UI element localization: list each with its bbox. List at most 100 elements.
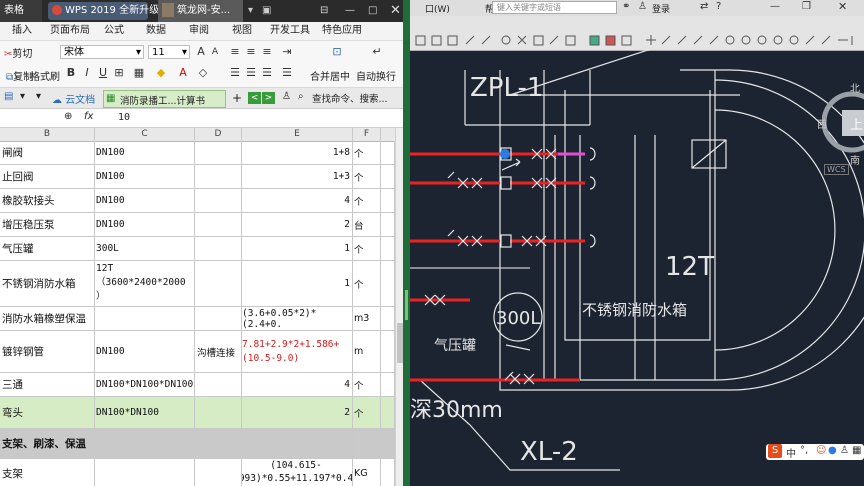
cell-b[interactable]: 支架 bbox=[0, 459, 95, 486]
menu-formula[interactable]: 公式 bbox=[104, 22, 124, 40]
menu-insert[interactable]: 插入 bbox=[12, 22, 32, 40]
cell-b[interactable]: 支架、刷漆、保温 bbox=[0, 429, 95, 459]
search-icon[interactable]: ⊕ bbox=[64, 111, 72, 122]
tab-dropdown-icon[interactable]: ▾ bbox=[36, 91, 41, 102]
cell-g[interactable] bbox=[381, 189, 395, 213]
cell-e[interactable]: 7.81+2.9*2+1.586+(10.5-9.0) bbox=[242, 331, 353, 373]
viewcube-top-face[interactable]: 上 bbox=[850, 114, 863, 133]
clear-icon[interactable]: ◇ bbox=[196, 66, 210, 80]
viewcube-north[interactable]: 北 bbox=[850, 80, 860, 95]
command-search-input[interactable]: 查找命令、搜索... bbox=[312, 91, 388, 105]
menu-page-layout[interactable]: 页面布局 bbox=[50, 22, 90, 40]
cell-d[interactable] bbox=[195, 165, 242, 189]
cell-c[interactable]: DN100 bbox=[95, 331, 195, 373]
cad-drawing-canvas[interactable]: ZPL-1 12T 不锈钢消防水箱 300L 气压罐 深30mm XL-2 北 … bbox=[410, 50, 864, 486]
cell-c[interactable]: DN100*DN100 bbox=[95, 397, 195, 429]
align-left-icon[interactable]: ☰ bbox=[228, 66, 242, 80]
cell-e[interactable]: 4 bbox=[242, 373, 353, 397]
cell-f[interactable]: 个 bbox=[353, 141, 381, 165]
cell-b[interactable]: 不锈钢消防水箱 bbox=[0, 261, 95, 307]
cell-d[interactable] bbox=[195, 429, 242, 459]
cell-g[interactable] bbox=[381, 261, 395, 307]
window-splitter[interactable] bbox=[403, 0, 410, 486]
format-painter-button[interactable]: 格式刷 bbox=[30, 68, 60, 83]
column-header-f[interactable]: F bbox=[353, 128, 381, 141]
cell-c[interactable]: 300L bbox=[95, 237, 195, 261]
cell-e[interactable]: 1 bbox=[242, 237, 353, 261]
print-icon[interactable]: ▤ bbox=[4, 91, 13, 102]
cell-f[interactable]: 个 bbox=[353, 237, 381, 261]
document-tab[interactable]: 筑龙网-安... bbox=[158, 0, 243, 22]
restore-icon[interactable]: ❐ bbox=[802, 1, 811, 12]
border-icon[interactable]: ⊞ bbox=[112, 66, 126, 80]
cell-e[interactable]: (104.615-6.993)*0.55+11.197*0.437 bbox=[242, 459, 353, 486]
cell-d[interactable] bbox=[195, 307, 242, 331]
pin-icon[interactable]: ⊟ bbox=[320, 0, 328, 22]
cell-d[interactable] bbox=[195, 373, 242, 397]
column-header-c[interactable]: C bbox=[95, 128, 195, 141]
cell-f[interactable]: 个 bbox=[353, 261, 381, 307]
cell-d[interactable] bbox=[195, 459, 242, 486]
wcs-badge[interactable]: WCS bbox=[824, 164, 849, 175]
italic-button[interactable]: I bbox=[80, 66, 94, 80]
cell-b[interactable]: 止回阀 bbox=[0, 165, 95, 189]
cell-g[interactable] bbox=[381, 213, 395, 237]
help-icon[interactable]: ? bbox=[716, 1, 721, 12]
sogou-logo-icon[interactable]: S bbox=[768, 444, 782, 458]
cell-f[interactable] bbox=[353, 429, 381, 459]
merge-center-button[interactable]: 合并居中 bbox=[310, 68, 350, 83]
font-family-select[interactable]: 宋体 ▾ bbox=[60, 45, 144, 59]
ime-mode[interactable]: 中 bbox=[786, 445, 796, 460]
cell-e[interactable] bbox=[242, 429, 353, 459]
cad-search-input[interactable]: 键入关键字或短语 bbox=[497, 2, 561, 14]
minimize-icon[interactable]: — bbox=[345, 0, 355, 22]
cell-f[interactable]: 台 bbox=[353, 213, 381, 237]
maximize-icon[interactable]: □ bbox=[368, 0, 377, 22]
cell-c[interactable] bbox=[95, 307, 195, 331]
formula-input[interactable]: 10 bbox=[118, 112, 130, 123]
cell-d[interactable] bbox=[195, 189, 242, 213]
menu-special[interactable]: 特色应用 bbox=[322, 22, 362, 40]
binoculars-icon[interactable]: ⚭ bbox=[622, 1, 630, 12]
column-header-e[interactable]: E bbox=[242, 128, 353, 141]
font-color-icon[interactable]: A bbox=[176, 66, 190, 80]
cut-button[interactable]: ✂剪切 bbox=[4, 45, 32, 60]
cad-search-box[interactable]: 键入关键字或短语 bbox=[492, 1, 617, 14]
cell-f[interactable]: m bbox=[353, 331, 381, 373]
cell-g[interactable] bbox=[381, 237, 395, 261]
cell-c[interactable] bbox=[95, 459, 195, 486]
cell-f[interactable]: 个 bbox=[353, 373, 381, 397]
align-bottom-icon[interactable]: ≡ bbox=[260, 45, 274, 59]
column-header-d[interactable]: D bbox=[195, 128, 242, 141]
cell-f[interactable]: 个 bbox=[353, 397, 381, 429]
upgrade-button[interactable]: WPS 2019 全新升级 bbox=[48, 2, 159, 20]
prev-arrow-icon[interactable]: < bbox=[248, 92, 261, 104]
cell-b[interactable]: 三通 bbox=[0, 373, 95, 397]
cell-b[interactable]: 镀锌钢管 bbox=[0, 331, 95, 373]
cell-g[interactable] bbox=[381, 429, 395, 459]
cell-b[interactable]: 气压罐 bbox=[0, 237, 95, 261]
merge-cells-icon[interactable]: ⊡ bbox=[330, 45, 344, 59]
align-right-icon[interactable]: ☰ bbox=[260, 66, 274, 80]
cell-b[interactable]: 增压稳压泵 bbox=[0, 213, 95, 237]
cell-d[interactable] bbox=[195, 261, 242, 307]
grid-icon[interactable]: ▦ bbox=[852, 445, 861, 456]
fill-color-icon[interactable]: ◆ bbox=[154, 66, 168, 80]
close-icon[interactable]: ✕ bbox=[390, 0, 401, 22]
cell-c[interactable]: DN100 bbox=[95, 141, 195, 165]
cell-f[interactable]: m3 bbox=[353, 307, 381, 331]
grow-font-icon[interactable]: A bbox=[194, 45, 208, 59]
cad-menu-window[interactable]: 口(W) bbox=[425, 2, 450, 15]
cell-g[interactable] bbox=[381, 331, 395, 373]
cell-g[interactable] bbox=[381, 459, 395, 486]
exchange-icon[interactable]: ⇄ bbox=[700, 1, 708, 12]
menu-data[interactable]: 数据 bbox=[146, 22, 166, 40]
justify-icon[interactable]: ☰ bbox=[280, 66, 294, 80]
bold-button[interactable]: B bbox=[64, 66, 78, 80]
new-window-icon[interactable]: ▣ bbox=[262, 0, 271, 22]
microphone-icon[interactable]: ● bbox=[828, 445, 837, 456]
undo-icon[interactable]: ▾ bbox=[20, 91, 25, 102]
new-tab-icon[interactable]: + bbox=[232, 91, 242, 105]
cell-e[interactable]: 4 bbox=[242, 189, 353, 213]
close-icon[interactable]: ✕ bbox=[838, 0, 847, 13]
